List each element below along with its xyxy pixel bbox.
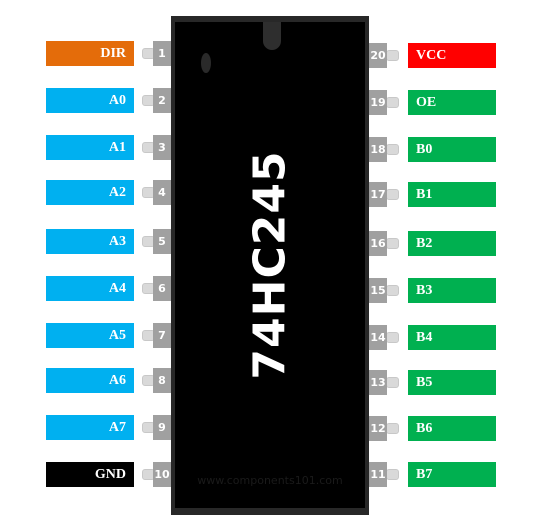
pin-label: A3 [46, 229, 134, 254]
pin-label: B6 [408, 416, 496, 441]
pin-number: 20 [369, 43, 387, 68]
pin-lead [386, 469, 399, 480]
pin-label: A1 [46, 135, 134, 160]
pin-label: VCC [408, 43, 496, 68]
pin-lead [386, 377, 399, 388]
pin-label: B5 [408, 370, 496, 395]
pin-label: B1 [408, 182, 496, 207]
pin-label: DIR [46, 41, 134, 66]
ic-chip-body: 74HC245 www.components101.com [171, 16, 369, 515]
pin-number: 12 [369, 416, 387, 441]
pin-number: 2 [153, 88, 171, 113]
pin-lead [386, 285, 399, 296]
pin-label: B7 [408, 462, 496, 487]
pin-label: A5 [46, 323, 134, 348]
pin-label: B4 [408, 325, 496, 350]
pin-label: B0 [408, 137, 496, 162]
pin-label: B2 [408, 231, 496, 256]
pin-number: 16 [369, 231, 387, 256]
pin-label: GND [46, 462, 134, 487]
pin-lead [386, 423, 399, 434]
pin-number: 3 [153, 135, 171, 160]
pin-label: B3 [408, 278, 496, 303]
pin-number: 7 [153, 323, 171, 348]
pin-label: A2 [46, 180, 134, 205]
pin1-marker-dot [201, 53, 211, 73]
pin-number: 13 [369, 370, 387, 395]
pin-lead [386, 144, 399, 155]
pin-number: 5 [153, 229, 171, 254]
pin-number: 15 [369, 278, 387, 303]
pin-number: 19 [369, 90, 387, 115]
pin-number: 11 [369, 462, 387, 487]
pin-label: A0 [46, 88, 134, 113]
pin-lead [386, 97, 399, 108]
pin-label: A4 [46, 276, 134, 301]
pin-number: 9 [153, 415, 171, 440]
chip-name: 74HC245 [244, 150, 296, 380]
pin-lead [386, 238, 399, 249]
chip-notch [263, 22, 281, 50]
pin-number: 1 [153, 41, 171, 66]
pin-lead [386, 189, 399, 200]
pin-number: 4 [153, 180, 171, 205]
pin-number: 8 [153, 368, 171, 393]
watermark: www.components101.com [197, 474, 343, 487]
pin-lead [386, 50, 399, 61]
pin-number: 6 [153, 276, 171, 301]
pin-number: 14 [369, 325, 387, 350]
pin-label: OE [408, 90, 496, 115]
pin-number: 10 [153, 462, 171, 487]
pin-label: A6 [46, 368, 134, 393]
pin-label: A7 [46, 415, 134, 440]
pin-lead [386, 332, 399, 343]
pin-number: 17 [369, 182, 387, 207]
pin-number: 18 [369, 137, 387, 162]
